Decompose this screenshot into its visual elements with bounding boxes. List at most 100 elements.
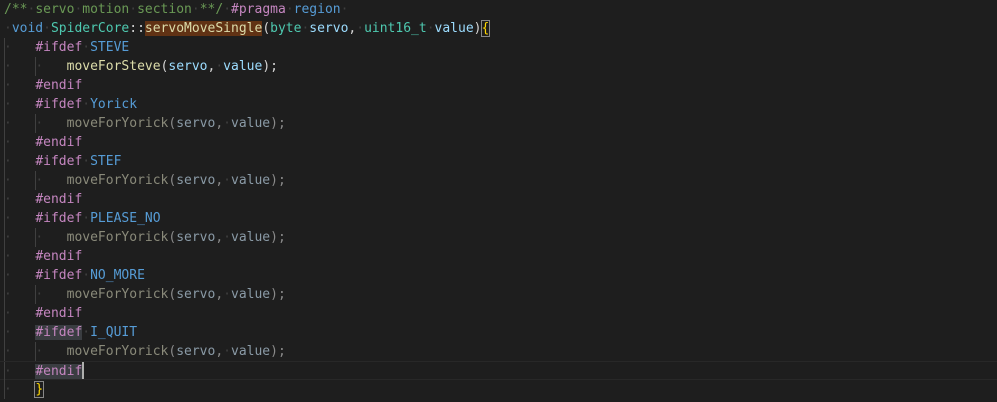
code-line[interactable]: ·void·SpiderCore::servoMoveSingle(byte·s… (0, 19, 997, 38)
code-token: ); (270, 230, 286, 245)
whitespace-marker: · (129, 2, 138, 17)
code-token: #ifdef (35, 97, 83, 112)
code-token: #ifdef (35, 211, 83, 226)
code-token: STEVE (90, 40, 130, 55)
code-line[interactable]: · #endif (0, 76, 997, 95)
code-line[interactable]: · · moveForSteve(servo,·value); (0, 57, 997, 76)
code-text: · #endif (4, 190, 82, 209)
whitespace-marker: · (4, 211, 36, 226)
whitespace-marker: · (35, 344, 67, 359)
code-text: · #endif (4, 304, 82, 323)
whitespace-marker: · (82, 325, 91, 340)
code-token: moveForYorick (66, 116, 169, 131)
code-text: /**·servo·motion·section·**/·#pragma·reg… (4, 0, 348, 19)
code-text: · #ifdef·PLEASE_NO (4, 209, 161, 228)
code-token: , (215, 230, 224, 245)
whitespace-marker: · (4, 382, 36, 397)
whitespace-marker: · (4, 59, 36, 74)
code-token: #ifdef (35, 325, 83, 340)
whitespace-marker: · (4, 249, 36, 264)
code-text: · · moveForYorick(servo,·value); (4, 228, 286, 247)
code-token: { (480, 20, 491, 37)
code-token: ); (270, 173, 286, 188)
whitespace-marker: · (4, 287, 36, 302)
code-editor[interactable]: /**·servo·motion·section·**/·#pragma·reg… (0, 0, 997, 402)
code-line[interactable]: · #endif (0, 304, 997, 323)
code-token: servo (168, 59, 208, 74)
whitespace-marker: · (223, 116, 231, 131)
whitespace-marker: · (191, 2, 200, 17)
code-token: #endif (35, 135, 83, 150)
code-token: ); (262, 59, 278, 74)
code-line[interactable]: · · moveForYorick(servo,·value); (0, 171, 997, 190)
whitespace-marker: · (35, 230, 67, 245)
code-text: · #ifdef·STEF (4, 152, 121, 171)
code-token: moveForSteve (66, 59, 161, 74)
code-token: #ifdef (35, 268, 83, 283)
code-token: , (215, 287, 224, 302)
whitespace-marker: · (215, 59, 224, 74)
whitespace-marker: · (223, 287, 231, 302)
code-text: · · moveForYorick(servo,·value); (4, 285, 286, 304)
code-token: value (231, 230, 271, 245)
code-line[interactable]: · #endif (0, 190, 997, 209)
code-token: value (434, 21, 474, 36)
code-line[interactable]: · #ifdef·Yorick (0, 95, 997, 114)
code-line[interactable]: /**·servo·motion·section·**/·#pragma·reg… (0, 0, 997, 19)
code-token: #ifdef (35, 154, 83, 169)
code-line[interactable]: · } (0, 380, 997, 399)
code-line[interactable]: · · moveForYorick(servo,·value); (0, 342, 997, 361)
code-token: STEF (90, 154, 122, 169)
code-line[interactable]: · · moveForYorick(servo,·value); (0, 228, 997, 247)
code-line[interactable]: · #ifdef·STEVE (0, 38, 997, 57)
code-token: #endif (35, 249, 83, 264)
code-token: :: (129, 21, 145, 36)
code-token: , (215, 116, 224, 131)
code-line[interactable]: · #ifdef·PLEASE_NO (0, 209, 997, 228)
code-token: moveForYorick (66, 344, 169, 359)
whitespace-marker: · (82, 40, 91, 55)
whitespace-marker: · (4, 192, 36, 207)
code-line[interactable]: · #endif (0, 361, 997, 381)
whitespace-marker: · (4, 40, 36, 55)
code-text: · #ifdef·STEVE (4, 38, 129, 57)
whitespace-marker: · (82, 211, 91, 226)
code-token: I_QUIT (90, 325, 138, 340)
whitespace-marker: · (223, 230, 231, 245)
code-line[interactable]: · #ifdef·NO_MORE (0, 266, 997, 285)
code-text: · #ifdef·NO_MORE (4, 266, 145, 285)
code-token: servo (176, 173, 216, 188)
code-token: void (11, 21, 44, 36)
whitespace-marker: · (4, 173, 36, 188)
whitespace-marker: · (35, 287, 67, 302)
whitespace-marker: · (4, 21, 12, 36)
code-line[interactable]: · · moveForYorick(servo,·value); (0, 114, 997, 133)
code-line[interactable]: · #ifdef·STEF (0, 152, 997, 171)
code-line[interactable]: · #endif (0, 247, 997, 266)
code-text: · #endif (4, 362, 83, 381)
code-line[interactable]: · #ifdef·I_QUIT (0, 323, 997, 342)
whitespace-marker: · (285, 2, 294, 17)
code-line[interactable]: · #endif (0, 133, 997, 152)
code-text: · · moveForYorick(servo,·value); (4, 171, 286, 190)
code-token: #endif (35, 306, 83, 321)
code-token: servoMoveSingle (144, 21, 263, 36)
code-token: servo (309, 21, 349, 36)
code-token: value (231, 173, 271, 188)
whitespace-marker: · (340, 2, 349, 17)
code-token: #endif (35, 364, 83, 379)
whitespace-marker: · (35, 173, 67, 188)
code-token: /** (4, 2, 28, 17)
code-token: ) (473, 21, 482, 36)
code-token: servo (176, 230, 216, 245)
code-token: #pragma (231, 2, 286, 17)
code-line[interactable]: · · moveForYorick(servo,·value); (0, 285, 997, 304)
code-token: region (293, 2, 341, 17)
code-token: servo (176, 116, 216, 131)
whitespace-marker: · (426, 21, 435, 36)
code-token: moveForYorick (66, 230, 169, 245)
whitespace-marker: · (4, 325, 36, 340)
whitespace-marker: · (4, 154, 36, 169)
whitespace-marker: · (4, 268, 36, 283)
whitespace-marker: · (82, 268, 91, 283)
